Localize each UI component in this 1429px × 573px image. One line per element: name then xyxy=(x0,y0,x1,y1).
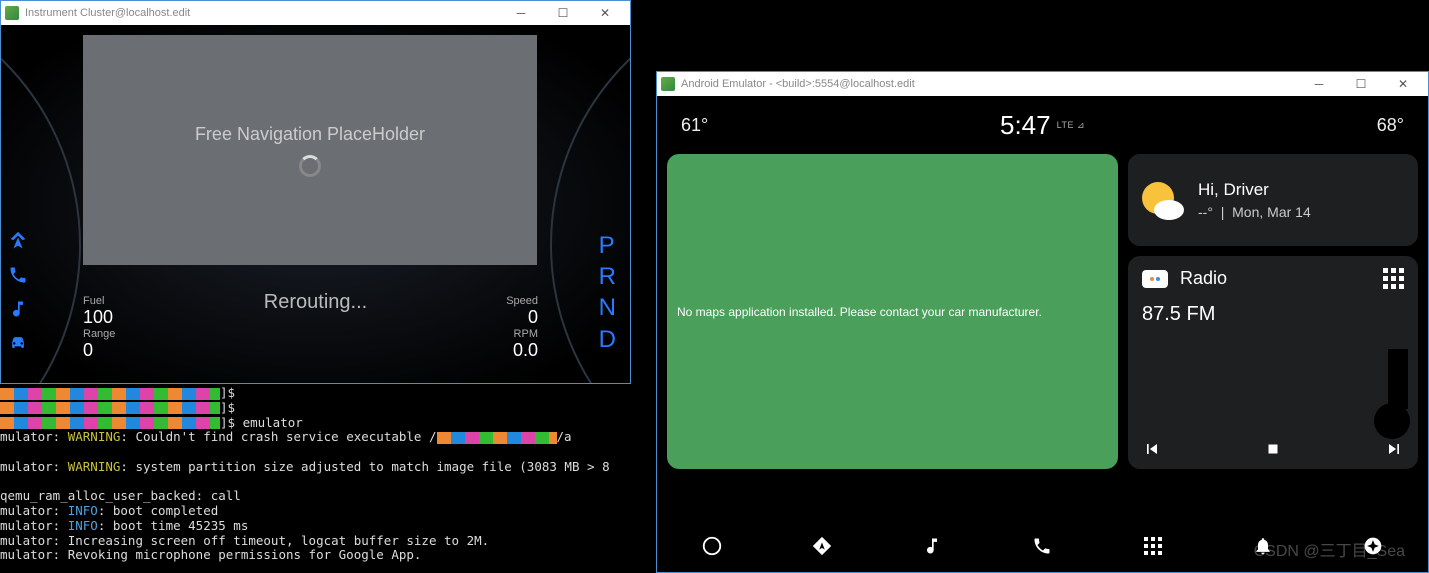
terminal-line: mulator: WARNING: system partition size … xyxy=(0,460,651,475)
home-button[interactable] xyxy=(698,532,726,560)
network-indicator: LTE ⊿ xyxy=(1057,120,1085,131)
weather-greeting: Hi, Driver xyxy=(1198,180,1311,200)
app-icon xyxy=(661,77,675,91)
music-button[interactable] xyxy=(918,532,946,560)
status-bar: 61° 5:47 LTE ⊿ 68° xyxy=(657,96,1428,154)
previous-button[interactable] xyxy=(1142,439,1162,459)
gear-d: D xyxy=(599,324,616,355)
speed-value: 0 xyxy=(506,307,538,328)
radio-frequency: 87.5 FM xyxy=(1142,303,1404,326)
rpm-label: RPM xyxy=(506,328,538,340)
apps-grid-icon[interactable] xyxy=(1383,268,1404,289)
maximize-button[interactable]: ☐ xyxy=(1340,72,1382,96)
side-icons xyxy=(7,230,29,354)
radio-icon xyxy=(1142,270,1168,288)
close-button[interactable]: ✕ xyxy=(1382,72,1424,96)
terminal-line: mulator: INFO: boot completed xyxy=(0,504,651,519)
next-button[interactable] xyxy=(1384,439,1404,459)
terminal-line: ]$ xyxy=(0,401,651,416)
speed-label: Speed xyxy=(506,295,538,307)
weather-date: Mon, Mar 14 xyxy=(1232,204,1311,220)
fuel-value: 100 xyxy=(83,307,115,328)
phone-button[interactable] xyxy=(1028,532,1056,560)
rerouting-text: Rerouting... xyxy=(264,291,367,314)
titlebar[interactable]: Instrument Cluster@localhost.edit ─ ☐ ✕ xyxy=(1,1,630,25)
terminal-line: mulator: WARNING: Couldn't find crash se… xyxy=(0,430,651,445)
terminal-line: ]$ xyxy=(0,386,651,401)
bottom-dock xyxy=(657,520,1428,572)
emulator-screen: 61° 5:47 LTE ⊿ 68° No maps application i… xyxy=(657,96,1428,572)
phone-icon[interactable] xyxy=(7,264,29,286)
gear-n: N xyxy=(599,292,616,323)
fuel-label: Fuel xyxy=(83,295,115,307)
terminal-line: mulator: Increasing screen off timeout, … xyxy=(0,534,651,549)
maximize-button[interactable]: ☐ xyxy=(542,1,584,25)
range-label: Range xyxy=(83,328,115,340)
car-icon[interactable] xyxy=(7,332,29,354)
map-card[interactable]: No maps application installed. Please co… xyxy=(667,154,1118,469)
minimize-button[interactable]: ─ xyxy=(500,1,542,25)
weather-card[interactable]: Hi, Driver --° | Mon, Mar 14 xyxy=(1128,154,1418,246)
music-icon[interactable] xyxy=(7,298,29,320)
apps-button[interactable] xyxy=(1139,532,1167,560)
window-title: Instrument Cluster@localhost.edit xyxy=(25,7,190,19)
weather-partly-cloudy-icon xyxy=(1140,178,1184,222)
stats-left: Fuel 100 Range 0 xyxy=(83,295,115,361)
weather-temp: --° xyxy=(1198,204,1213,220)
map-message: No maps application installed. Please co… xyxy=(677,305,1042,319)
gauge-arc-right xyxy=(550,25,630,383)
terminal-line: mulator: INFO: boot time 45235 ms xyxy=(0,519,651,534)
gear-indicator: P R N D xyxy=(599,230,616,355)
clock: 5:47 xyxy=(1000,110,1051,141)
temp-left: 61° xyxy=(681,115,708,136)
app-icon xyxy=(5,6,19,20)
music-note-icon xyxy=(1328,349,1418,449)
terminal-line: ]$ emulator xyxy=(0,416,651,431)
terminal-line: mulator: Revoking microphone permissions… xyxy=(0,548,651,563)
radio-card[interactable]: Radio 87.5 FM xyxy=(1128,256,1418,469)
instrument-cluster-window: Instrument Cluster@localhost.edit ─ ☐ ✕ … xyxy=(0,0,631,384)
rpm-value: 0.0 xyxy=(506,340,538,361)
stop-button[interactable] xyxy=(1264,440,1282,458)
terminal-line: qemu_ram_alloc_user_backed: call xyxy=(0,489,651,504)
cards-grid: No maps application installed. Please co… xyxy=(657,154,1428,469)
spinner-icon xyxy=(299,155,321,177)
assistant-button[interactable] xyxy=(1359,532,1387,560)
cluster-body: Free Navigation PlaceHolder Rerouting...… xyxy=(1,25,630,383)
radio-title: Radio xyxy=(1180,268,1371,289)
navigation-icon[interactable] xyxy=(7,230,29,252)
temp-right: 68° xyxy=(1377,115,1404,136)
notifications-button[interactable] xyxy=(1249,532,1277,560)
stats-right: Speed 0 RPM 0.0 xyxy=(506,295,538,361)
navigation-button[interactable] xyxy=(808,532,836,560)
range-value: 0 xyxy=(83,340,115,361)
android-emulator-window: Android Emulator - <build>:5554@localhos… xyxy=(656,71,1429,573)
window-title: Android Emulator - <build>:5554@localhos… xyxy=(681,78,915,90)
minimize-button[interactable]: ─ xyxy=(1298,72,1340,96)
titlebar[interactable]: Android Emulator - <build>:5554@localhos… xyxy=(657,72,1428,96)
gear-p: P xyxy=(599,230,616,261)
close-button[interactable]: ✕ xyxy=(584,1,626,25)
nav-placeholder-text: Free Navigation PlaceHolder xyxy=(195,124,425,145)
gear-r: R xyxy=(599,261,616,292)
terminal[interactable]: ]$ ]$ ]$ emulator mulator: WARNING: Coul… xyxy=(0,384,651,573)
nav-placeholder: Free Navigation PlaceHolder xyxy=(83,35,537,265)
